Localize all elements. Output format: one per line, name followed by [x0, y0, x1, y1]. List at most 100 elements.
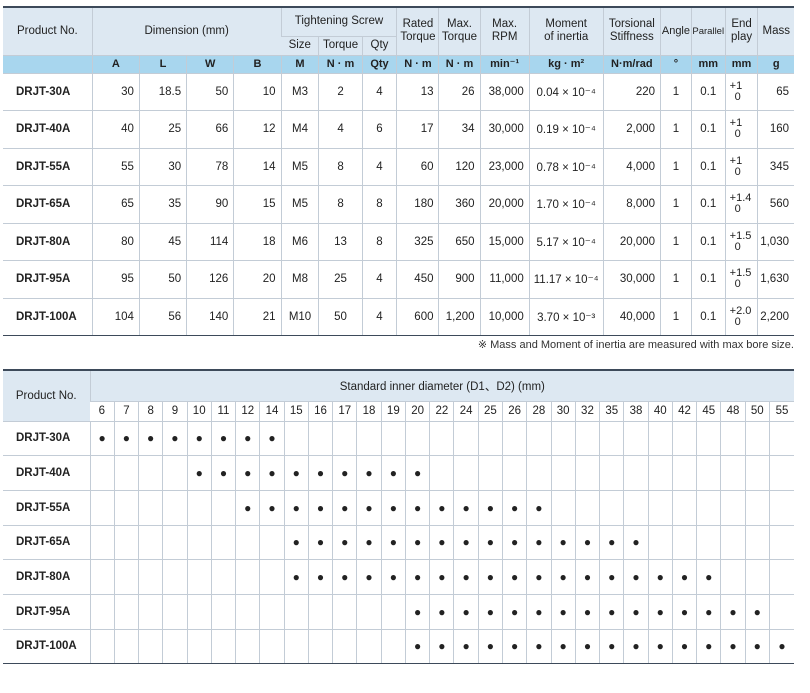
- product-no: DRJT-30A: [3, 73, 93, 111]
- availability-dot: ●: [186, 421, 212, 457]
- bore-size-55: 55: [768, 401, 795, 422]
- product-no: DRJT-40A: [3, 110, 93, 149]
- availability-dot: ●: [526, 490, 552, 526]
- header-tightening-screw: Tightening Screw: [280, 6, 397, 37]
- empty-cell: [623, 455, 649, 491]
- availability-dot: ●: [307, 559, 333, 595]
- bore-row: DRJT-95A ● ● ● ● ● ● ● ● ● ● ● ● ● ● ●: [3, 594, 795, 630]
- empty-cell: [307, 421, 333, 457]
- bore-size-25: 25: [477, 401, 503, 422]
- header-rated-torque: Rated Torque: [396, 6, 439, 56]
- empty-cell: [744, 559, 770, 595]
- cell-angle: 1: [660, 260, 692, 299]
- cell-parallel: 0.1: [690, 185, 726, 224]
- empty-cell: [186, 629, 212, 665]
- cell-end-play: +1.5 0: [724, 260, 758, 299]
- cell-parallel: 0.1: [690, 73, 726, 111]
- availability-dot: ●: [477, 490, 503, 526]
- availability-dot: ●: [89, 421, 115, 457]
- availability-dot: ●: [404, 525, 430, 561]
- availability-dot: ●: [380, 559, 406, 595]
- empty-cell: [647, 455, 673, 491]
- unit-cell: mm: [690, 55, 726, 74]
- bore-row: DRJT-65A ● ● ● ● ● ● ● ● ● ● ● ● ● ● ●: [3, 525, 795, 561]
- bore-row: DRJT-55A ● ● ● ● ● ● ● ● ● ● ● ● ●: [3, 490, 795, 526]
- cell-mass: 1,630: [757, 260, 794, 299]
- spec-row: DRJT-30A 30 18.5 50 10 M3 2 4 13 26 38,000 0.04 × 1…: [3, 73, 794, 111]
- cell-parallel: 0.1: [690, 110, 726, 149]
- header-mass: Mass: [757, 6, 794, 56]
- empty-cell: [380, 421, 406, 457]
- empty-cell: [356, 594, 382, 630]
- availability-dot: ●: [574, 559, 600, 595]
- availability-dot: ●: [356, 559, 382, 595]
- empty-cell: [404, 421, 430, 457]
- header-screw-torque: Torque: [318, 36, 363, 56]
- bore-product-no: DRJT-55A: [3, 490, 90, 526]
- cell-parallel: 0.1: [690, 260, 726, 299]
- cell-end-play: +1.5 0: [724, 223, 758, 261]
- cell-max-torque: 26: [438, 73, 481, 111]
- cell-M: M6: [280, 223, 319, 261]
- header-max-torque: Max. Torque: [438, 6, 481, 56]
- availability-dot: ●: [235, 455, 260, 491]
- unit-cell: kg · m²: [528, 55, 604, 74]
- empty-cell: [356, 629, 382, 665]
- availability-dot: ●: [332, 455, 357, 491]
- cell-L: 45: [138, 223, 187, 261]
- cell-rpm: 10,000: [479, 298, 530, 336]
- empty-cell: [235, 629, 260, 665]
- empty-cell: [696, 421, 721, 457]
- unit-cell: N · m: [396, 55, 439, 74]
- availability-dot: ●: [259, 455, 285, 491]
- bore-product-no: DRJT-65A: [3, 525, 90, 561]
- cell-B: 15: [233, 185, 282, 224]
- availability-dot: ●: [283, 455, 309, 491]
- empty-cell: [696, 525, 721, 561]
- empty-cell: [671, 490, 697, 526]
- cell-angle: 1: [660, 110, 692, 149]
- cell-mass: 2,200: [757, 298, 794, 336]
- end-play-upper: +1.4: [729, 192, 752, 205]
- empty-cell: [720, 559, 746, 595]
- availability-dot: ●: [429, 559, 454, 595]
- availability-dot: ●: [696, 594, 721, 630]
- availability-dot: ●: [550, 525, 576, 561]
- empty-cell: [574, 490, 600, 526]
- cell-B: 14: [233, 148, 282, 186]
- footnote: ※ Mass and Moment of inertia are measure…: [477, 339, 794, 351]
- bore-diameter-table: Product No. Standard inner diameter (D1、…: [3, 369, 795, 665]
- availability-dot: ●: [623, 525, 649, 561]
- empty-cell: [477, 455, 503, 491]
- empty-cell: [259, 525, 285, 561]
- end-play-lower: 0: [734, 165, 741, 178]
- bore-size-9: 9: [162, 401, 188, 422]
- empty-cell: [574, 421, 600, 457]
- empty-cell: [89, 490, 115, 526]
- cell-rated: 450: [396, 260, 439, 299]
- empty-cell: [162, 490, 188, 526]
- product-no: DRJT-55A: [3, 148, 93, 186]
- availability-dot: ●: [453, 490, 479, 526]
- empty-cell: [113, 594, 139, 630]
- cell-rpm: 11,000: [479, 260, 530, 299]
- empty-cell: [283, 629, 309, 665]
- bore-size-row: 6 7 8 9 10 11 12 14 15 16 17 18 19 20 22 24 25 26 28 30 32 35…: [3, 401, 795, 422]
- availability-dot: ●: [671, 594, 697, 630]
- empty-cell: [332, 629, 357, 665]
- empty-cell: [550, 421, 576, 457]
- cell-L: 50: [138, 260, 187, 299]
- cell-parallel: 0.1: [690, 298, 726, 336]
- availability-dot: ●: [380, 490, 406, 526]
- empty-cell: [332, 594, 357, 630]
- availability-dot: ●: [720, 629, 746, 665]
- cell-M: M10: [280, 298, 319, 336]
- bore-product-no: DRJT-30A: [3, 421, 90, 457]
- empty-cell: [768, 594, 795, 630]
- cell-qty: 4: [361, 260, 397, 299]
- empty-cell: [744, 421, 770, 457]
- cell-B: 21: [233, 298, 282, 336]
- unit-cell: N · m: [438, 55, 481, 74]
- spec-row: DRJT-65A 65 35 90 15 M5 8 8 180 360 20,000 1.70 × 1…: [3, 185, 794, 224]
- empty-cell: [210, 629, 236, 665]
